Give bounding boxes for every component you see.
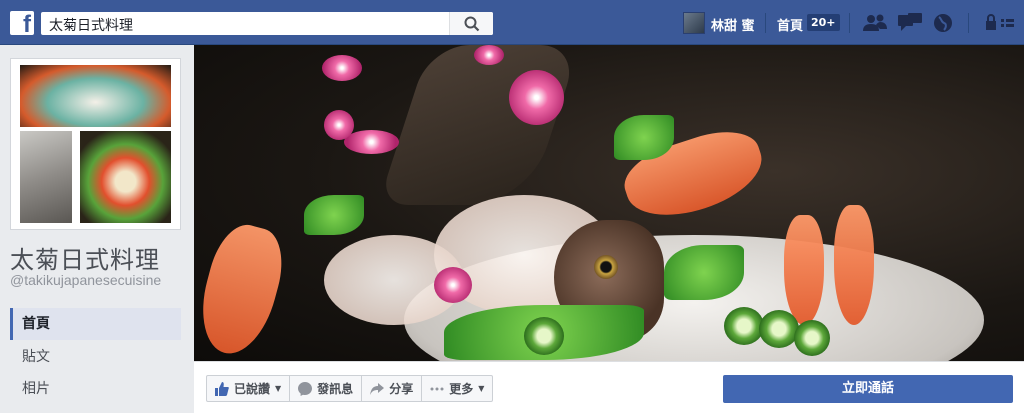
cover-flower [434, 267, 472, 303]
cover-flower [324, 110, 354, 140]
search-button[interactable] [449, 12, 493, 35]
message-button-label: 發訊息 [317, 382, 354, 396]
profile-picture-fish [20, 131, 72, 223]
cover-leaf [304, 195, 364, 235]
divider [765, 13, 766, 33]
search-icon [464, 16, 480, 32]
cover-driftwood [378, 45, 580, 205]
cover-photo[interactable] [194, 45, 1024, 361]
more-dots-icon [430, 387, 444, 390]
share-arrow-icon [370, 382, 385, 395]
cover-flower [322, 55, 362, 81]
lock-icon [986, 14, 1014, 30]
page-action-bar: 已說讚 ▼ 發訊息 分享 更多 ▼ 立即通話 [194, 361, 1024, 413]
cover-shrimp [784, 215, 824, 325]
profile-name-link[interactable]: 林甜 蜜 [711, 15, 755, 34]
chevron-down-icon: ▼ [275, 384, 282, 393]
home-link[interactable]: 首頁 [777, 15, 803, 34]
facebook-logo[interactable]: f [10, 11, 34, 35]
account-menu-button[interactable] [984, 13, 1020, 33]
friend-requests-button[interactable] [863, 13, 887, 33]
cover-cucumber [724, 307, 764, 345]
cover-cucumber [794, 320, 830, 356]
liked-button[interactable]: 已說讚 ▼ [207, 376, 291, 401]
messenger-icon [298, 381, 313, 396]
chevron-down-icon: ▼ [478, 384, 485, 393]
home-count-badge: 20+ [807, 14, 840, 31]
top-navigation-bar: f 太菊日式料理 林甜 蜜 首頁 20+ [0, 0, 1024, 45]
messages-icon [898, 13, 922, 31]
more-button[interactable]: 更多 ▼ [422, 376, 492, 401]
cover-fish-eye [594, 255, 618, 279]
cover-cucumber [759, 310, 799, 348]
nav-item-posts[interactable]: 貼文 [10, 341, 181, 373]
thumbs-up-icon [215, 381, 229, 396]
page-action-buttons: 已說讚 ▼ 發訊息 分享 更多 ▼ [206, 375, 494, 402]
profile-picture-salad [80, 131, 171, 223]
cover-cucumber [524, 317, 564, 355]
search-input-value[interactable]: 太菊日式料理 [49, 15, 133, 35]
liked-button-label: 已說讚 [234, 382, 271, 396]
search-input[interactable]: 太菊日式料理 [41, 12, 493, 35]
page-title[interactable]: 太菊日式料理 [10, 240, 160, 275]
cover-leaf [664, 245, 744, 300]
friends-icon [863, 14, 887, 31]
cover-shrimp [834, 205, 874, 325]
cover-flower [509, 70, 564, 125]
more-button-label: 更多 [449, 382, 474, 396]
divider [968, 13, 969, 33]
notifications-button[interactable] [933, 13, 955, 33]
call-now-button[interactable]: 立即通話 [723, 375, 1013, 403]
nav-item-home[interactable]: 首頁 [10, 308, 181, 340]
cover-flower [474, 45, 504, 65]
share-button[interactable]: 分享 [362, 376, 423, 401]
avatar[interactable] [683, 12, 705, 34]
cover-leaf [614, 115, 674, 160]
page-username[interactable]: @takikujapanesecuisine [10, 272, 161, 288]
divider [849, 13, 850, 33]
message-button[interactable]: 發訊息 [290, 376, 363, 401]
profile-picture[interactable] [10, 58, 181, 230]
share-button-label: 分享 [389, 382, 414, 396]
cover-shrimp [194, 218, 292, 361]
globe-icon [934, 14, 952, 32]
nav-item-photos[interactable]: 相片 [10, 373, 181, 405]
messages-button[interactable] [898, 13, 922, 33]
cover-flower [344, 130, 399, 154]
profile-picture-platter [20, 65, 171, 127]
